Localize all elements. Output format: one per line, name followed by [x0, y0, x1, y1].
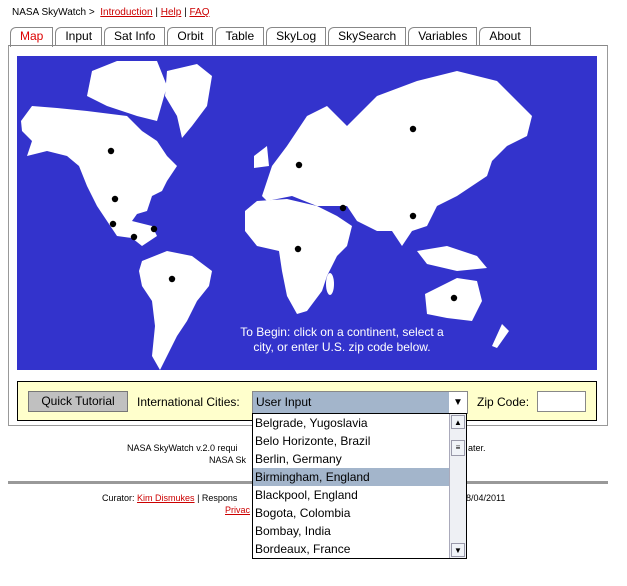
cities-select[interactable]: User Input ▼ — [252, 391, 468, 414]
responsible-text: | Respons — [197, 493, 238, 503]
updated-date: 8/04/2011 — [466, 493, 506, 503]
tab-about[interactable]: About — [479, 27, 531, 45]
zip-code-input[interactable] — [537, 391, 586, 412]
scrollbar[interactable]: ▲ ≡ ▼ — [449, 414, 466, 558]
city-marker[interactable] — [130, 233, 138, 241]
continent-south-america[interactable] — [139, 251, 212, 370]
greenland[interactable] — [165, 64, 212, 138]
tab-table[interactable]: Table — [215, 27, 265, 45]
separator: | — [155, 7, 158, 18]
privacy-link-text[interactable]: Privac — [225, 505, 250, 515]
help-link[interactable]: Help — [161, 7, 182, 18]
tab-variables[interactable]: Variables — [408, 27, 478, 45]
list-item[interactable]: Belgrade, Yugoslavia — [253, 414, 449, 432]
curator-line: Curator: Kim Dismukes | Respons — [102, 493, 237, 503]
city-marker[interactable] — [109, 220, 117, 228]
curator-link[interactable]: Kim Dismukes — [137, 493, 195, 503]
tab-sat-info[interactable]: Sat Info — [104, 27, 166, 45]
tab-skysearch[interactable]: SkySearch — [328, 27, 407, 45]
footer-requirements-end: ater. — [468, 443, 486, 453]
scroll-thumb[interactable]: ≡ — [451, 440, 465, 456]
tab-bar: Map Input Sat Info Orbit Table SkyLog Sk… — [10, 27, 533, 47]
selected-city: User Input — [256, 395, 312, 409]
privacy-link[interactable]: Privac — [225, 505, 250, 515]
map-instructions: To Begin: click on a continent, select a… — [217, 325, 467, 355]
instruction-line-2: city, or enter U.S. zip code below. — [253, 340, 431, 354]
tab-map[interactable]: Map — [10, 27, 54, 47]
list-item[interactable]: Blackpool, England — [253, 486, 449, 504]
city-marker[interactable] — [168, 275, 176, 283]
faq-link[interactable]: FAQ — [189, 7, 209, 18]
continent-north-america[interactable] — [21, 106, 177, 246]
separator: | — [184, 7, 187, 18]
zip-label: Zip Code: — [477, 395, 530, 409]
city-marker[interactable] — [339, 204, 347, 212]
continent-africa[interactable] — [245, 199, 352, 314]
list-item[interactable]: Belo Horizonte, Brazil — [253, 432, 449, 450]
scroll-down-icon[interactable]: ▼ — [451, 543, 465, 557]
city-marker[interactable] — [150, 225, 158, 233]
city-marker[interactable] — [409, 125, 417, 133]
city-marker[interactable] — [111, 195, 119, 203]
british-isles[interactable] — [254, 146, 269, 168]
breadcrumb: NASA SkyWatch > Introduction | Help | FA… — [12, 7, 209, 18]
cities-dropdown-list[interactable]: Belgrade, Yugoslavia Belo Horizonte, Bra… — [252, 413, 467, 559]
list-item[interactable]: Bombay, India — [253, 522, 449, 540]
city-marker[interactable] — [294, 245, 302, 253]
city-marker[interactable] — [107, 147, 115, 155]
introduction-link[interactable]: Introduction — [100, 7, 152, 18]
footer-line-2: NASA Sk — [209, 455, 247, 465]
instruction-line-1: To Begin: click on a continent, select a — [240, 325, 444, 339]
site-name: NASA SkyWatch > — [12, 7, 95, 18]
arctic-islands[interactable] — [87, 61, 167, 121]
city-marker[interactable] — [409, 212, 417, 220]
list-item-highlighted[interactable]: Birmingham, England — [253, 468, 449, 486]
list-item[interactable]: Berlin, Germany — [253, 450, 449, 468]
list-item[interactable]: Bordeaux, France — [253, 540, 449, 558]
quick-tutorial-button[interactable]: Quick Tutorial — [28, 391, 128, 412]
city-marker[interactable] — [295, 161, 303, 169]
tab-orbit[interactable]: Orbit — [167, 27, 214, 45]
madagascar[interactable] — [326, 273, 334, 295]
footer-requirements: NASA SkyWatch v.2.0 requi — [127, 443, 238, 453]
world-map[interactable]: To Begin: click on a continent, select a… — [17, 56, 597, 370]
scroll-up-icon[interactable]: ▲ — [451, 415, 465, 429]
new-zealand[interactable] — [492, 324, 509, 348]
world-map-graphic[interactable] — [17, 56, 597, 370]
curator-label: Curator: — [102, 493, 135, 503]
list-item[interactable]: Bogota, Colombia — [253, 504, 449, 522]
tab-skylog[interactable]: SkyLog — [266, 27, 327, 45]
chevron-down-icon[interactable]: ▼ — [449, 392, 467, 413]
cities-label: International Cities: — [137, 395, 240, 409]
city-marker[interactable] — [450, 294, 458, 302]
southeast-asia-islands[interactable] — [417, 246, 487, 271]
tab-input[interactable]: Input — [55, 27, 103, 45]
